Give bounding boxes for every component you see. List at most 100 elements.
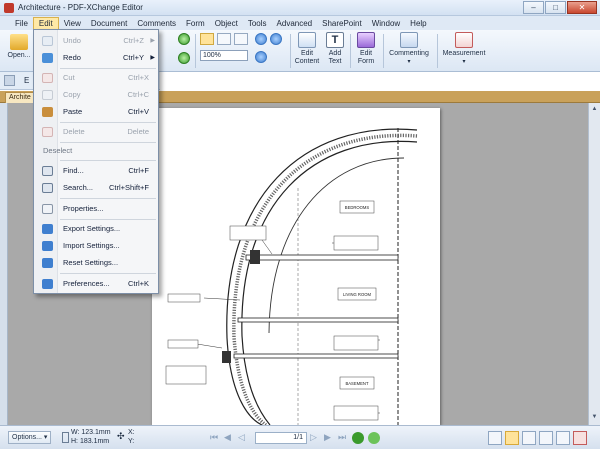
commenting-icon — [400, 32, 418, 48]
undo-icon — [42, 36, 53, 46]
search-icon — [42, 183, 53, 193]
fit-visible-icon[interactable] — [234, 33, 248, 45]
menu-bar: File Edit View Document Comments Form Ob… — [0, 16, 600, 30]
menu-item-delete[interactable]: Delete Delete — [35, 124, 158, 140]
menu-item-preferences[interactable]: Preferences... Ctrl+K — [35, 276, 158, 292]
open-button[interactable]: Open... — [6, 34, 32, 60]
edit-form-icon — [357, 32, 375, 48]
edit-content-label-1: Edit — [300, 50, 314, 57]
menu-item-copy[interactable]: Copy Ctrl+C — [35, 87, 158, 103]
redo-icon — [42, 53, 53, 63]
menu-item-search[interactable]: Search... Ctrl+Shift+F — [35, 180, 158, 196]
menu-advanced[interactable]: Advanced — [272, 17, 318, 30]
previous-page-icon[interactable]: ◀ — [224, 432, 235, 443]
add-text-button[interactable]: T Add Text — [322, 32, 348, 66]
fit-page-icon[interactable] — [200, 33, 214, 45]
measurement-dropdown-icon: ▾ — [462, 59, 466, 65]
menu-item-paste[interactable]: Paste Ctrl+V — [35, 104, 158, 120]
menu-item-find[interactable]: Find... Ctrl+F — [35, 163, 158, 179]
menu-window[interactable]: Window — [367, 17, 405, 30]
edit-form-button[interactable]: Edit Form — [353, 32, 379, 66]
menu-item-redo[interactable]: Redo Ctrl+Y ▶ — [35, 50, 158, 66]
submenu-arrow-icon: ▶ — [150, 38, 155, 44]
edit-form-label-2: Form — [357, 58, 375, 65]
previous-page-small-icon[interactable]: ◁ — [238, 432, 249, 443]
rotate-left-icon[interactable] — [178, 33, 190, 45]
scroll-down-icon[interactable]: ▼ — [590, 413, 599, 422]
menu-help[interactable]: Help — [405, 17, 431, 30]
measurement-label: Measurement — [442, 50, 486, 57]
options-button[interactable]: Options... ▾ — [8, 431, 52, 444]
single-page-view-icon[interactable] — [488, 431, 502, 445]
edit-form-label-1: Edit — [359, 50, 373, 57]
x-readout: X: — [128, 429, 135, 436]
menu-form[interactable]: Form — [181, 17, 210, 30]
scroll-up-icon[interactable]: ▲ — [590, 105, 599, 114]
forward-view-icon[interactable] — [368, 432, 380, 444]
back-view-icon[interactable] — [352, 432, 364, 444]
menu-comments[interactable]: Comments — [132, 17, 181, 30]
reset-settings-icon — [42, 258, 53, 268]
page-number-input[interactable]: 1/1 — [255, 432, 307, 444]
last-page-icon[interactable]: ⏭ — [338, 432, 349, 443]
menu-item-deselect[interactable]: Deselect — [43, 144, 153, 158]
fit-width-icon[interactable] — [217, 33, 231, 45]
menu-item-reset-settings[interactable]: Reset Settings... — [35, 255, 158, 271]
next-page-icon[interactable]: ▶ — [324, 432, 335, 443]
menu-tools[interactable]: Tools — [243, 17, 272, 30]
zoom-in-icon[interactable] — [255, 33, 267, 45]
edit-content-button[interactable]: Edit Content — [292, 32, 322, 66]
zoom-add-icon[interactable] — [255, 51, 267, 63]
preferences-icon — [42, 279, 53, 289]
zoom-combobox[interactable]: 100% — [200, 50, 248, 61]
facing-continuous-view-icon[interactable] — [539, 431, 553, 445]
menu-view[interactable]: View — [59, 17, 86, 30]
title-bar: Architecture - PDF-XChange Editor – □ ✕ — [0, 0, 600, 16]
close-button[interactable]: ✕ — [567, 1, 597, 14]
measurement-icon — [455, 32, 473, 48]
maximize-button[interactable]: □ — [545, 1, 566, 14]
hand-tool-icon[interactable] — [4, 75, 15, 86]
export-settings-icon — [42, 224, 53, 234]
paste-icon — [42, 107, 53, 117]
copy-icon — [42, 90, 53, 100]
left-panel-strip[interactable] — [0, 103, 8, 425]
import-settings-icon — [42, 241, 53, 251]
zoom-view-icon[interactable] — [556, 431, 570, 445]
rotate-right-icon[interactable] — [178, 52, 190, 64]
commenting-dropdown-icon: ▾ — [407, 59, 411, 65]
menu-edit[interactable]: Edit — [32, 16, 59, 30]
folder-icon — [10, 34, 28, 50]
app-icon — [4, 3, 14, 13]
submenu-arrow-icon: ▶ — [150, 55, 155, 61]
menu-item-export-settings[interactable]: Export Settings... — [35, 221, 158, 237]
pdf-page[interactable]: BEDROOMS LIVING ROOM BASEMENT — [152, 108, 440, 425]
next-page-small-icon[interactable]: ▷ — [310, 432, 321, 443]
commenting-label: Commenting — [389, 50, 429, 57]
scissors-icon — [42, 73, 53, 83]
menu-object[interactable]: Object — [210, 17, 243, 30]
commenting-button[interactable]: Commenting ▾ — [386, 32, 432, 66]
vertical-scrollbar[interactable]: ▲ ▼ — [588, 103, 600, 425]
menu-sharepoint[interactable]: SharePoint — [317, 17, 367, 30]
menu-item-properties[interactable]: Properties... — [35, 201, 158, 217]
zoom-out-icon[interactable] — [270, 33, 282, 45]
status-bar: Options... ▾ W: 123.1mm H: 183.1mm ✣ X: … — [0, 425, 600, 449]
cursor-position-icon: ✣ — [117, 431, 125, 441]
delete-icon — [42, 127, 53, 137]
menu-document[interactable]: Document — [86, 17, 132, 30]
add-text-icon: T — [326, 32, 344, 48]
first-page-icon[interactable]: ⏮ — [210, 432, 221, 443]
dimensions-icon — [62, 432, 69, 443]
continuous-view-icon[interactable] — [505, 431, 519, 445]
menu-item-cut[interactable]: Cut Ctrl+X — [35, 70, 158, 86]
menu-item-undo[interactable]: Undo Ctrl+Z ▶ — [35, 33, 158, 49]
menu-file[interactable]: File — [10, 17, 33, 30]
minimize-button[interactable]: – — [523, 1, 544, 14]
add-text-label-1: Add — [328, 50, 342, 57]
facing-view-icon[interactable] — [522, 431, 536, 445]
pdf-mode-icon[interactable] — [573, 431, 587, 445]
y-readout: Y: — [128, 438, 135, 445]
measurement-button[interactable]: Measurement ▾ — [440, 32, 488, 66]
menu-item-import-settings[interactable]: Import Settings... — [35, 238, 158, 254]
